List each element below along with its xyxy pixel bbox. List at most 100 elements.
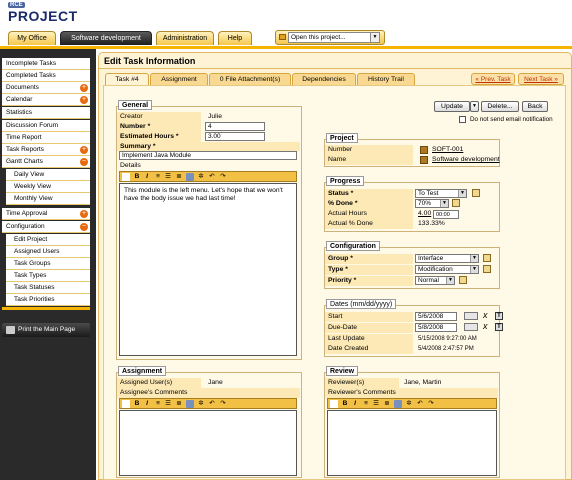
undo-icon[interactable]: ↶ bbox=[208, 173, 216, 181]
sidebar-item-daily-view[interactable]: Daily View bbox=[6, 169, 90, 181]
estimated-hours-input[interactable]: 3.00 bbox=[205, 132, 265, 141]
prev-task-link[interactable]: « Prev. Task bbox=[471, 73, 515, 85]
sidebar-item-weekly-view[interactable]: Weekly View bbox=[6, 181, 90, 193]
date-picker-icon[interactable] bbox=[464, 323, 478, 331]
link-icon[interactable] bbox=[186, 173, 194, 181]
link-icon[interactable] bbox=[186, 400, 194, 408]
bold-icon[interactable]: B bbox=[133, 173, 141, 181]
sidebar-item-statistics[interactable]: Statistics bbox=[2, 107, 90, 119]
tab-attachments[interactable]: 0 File Attachment(s) bbox=[209, 73, 291, 85]
bullet-list-icon[interactable]: ☰ bbox=[164, 173, 172, 181]
sidebar-item-time-report[interactable]: Time Report bbox=[2, 132, 90, 144]
today-icon[interactable]: T bbox=[495, 312, 503, 320]
start-input[interactable]: 5/6/2008 bbox=[415, 312, 457, 321]
assignee-comments-editor[interactable] bbox=[119, 410, 297, 476]
clear-icon[interactable]: x bbox=[483, 311, 491, 320]
clear-icon[interactable]: x bbox=[483, 322, 491, 331]
bold-icon[interactable]: B bbox=[133, 400, 141, 408]
italic-icon[interactable]: I bbox=[351, 400, 359, 408]
number-input[interactable]: 4 bbox=[205, 122, 265, 131]
calendar-icon[interactable] bbox=[452, 199, 460, 207]
source-icon[interactable] bbox=[330, 400, 338, 408]
italic-icon[interactable]: I bbox=[143, 400, 151, 408]
sidebar-item-configuration[interactable]: Configuration − bbox=[2, 221, 90, 233]
details-editor[interactable]: This module is the left menu. Let's hope… bbox=[119, 183, 297, 356]
expand-icon[interactable]: + bbox=[80, 146, 88, 154]
sidebar-item-task-reports[interactable]: Task Reports + bbox=[2, 144, 90, 156]
status-select[interactable]: To Test ▼ bbox=[415, 189, 467, 198]
link-icon[interactable] bbox=[394, 400, 402, 408]
undo-icon[interactable]: ↶ bbox=[208, 400, 216, 408]
sidebar-item-monthly-view[interactable]: Monthly View bbox=[6, 193, 90, 205]
due-date-input[interactable]: 5/8/2008 bbox=[415, 323, 457, 332]
source-icon[interactable] bbox=[122, 400, 130, 408]
project-name-link[interactable]: Software development bbox=[429, 155, 500, 165]
summary-input[interactable]: Implement Java Module bbox=[119, 151, 297, 160]
reviewer-comments-editor[interactable] bbox=[327, 410, 497, 476]
ordered-list-icon[interactable]: ≡ bbox=[154, 173, 162, 181]
calendar-icon[interactable] bbox=[472, 189, 480, 197]
group-select[interactable]: Interface ▼ bbox=[415, 254, 479, 263]
ordered-list-icon[interactable]: ≡ bbox=[362, 400, 370, 408]
no-email-checkbox[interactable] bbox=[459, 116, 466, 123]
source-icon[interactable] bbox=[122, 173, 130, 181]
sidebar-item-time-approval[interactable]: Time Approval + bbox=[2, 208, 90, 220]
collapse-icon[interactable]: − bbox=[80, 158, 88, 166]
expand-icon[interactable]: + bbox=[80, 96, 88, 104]
tab-dependencies[interactable]: Dependencies bbox=[292, 73, 356, 85]
align-icon[interactable]: ≣ bbox=[383, 400, 391, 408]
update-dropdown-button[interactable]: ▼ bbox=[470, 101, 479, 112]
bold-icon[interactable]: B bbox=[341, 400, 349, 408]
collapse-icon[interactable]: − bbox=[80, 223, 88, 231]
italic-icon[interactable]: I bbox=[143, 173, 151, 181]
tab-history-trail[interactable]: History Trail bbox=[357, 73, 415, 85]
expand-icon[interactable]: + bbox=[80, 84, 88, 92]
tab-software-development[interactable]: Software development bbox=[60, 31, 152, 45]
percent-done-select[interactable]: 70% ▼ bbox=[415, 199, 449, 208]
date-picker-icon[interactable] bbox=[464, 312, 478, 320]
today-icon[interactable]: T bbox=[495, 323, 503, 331]
tab-help[interactable]: Help bbox=[218, 31, 252, 45]
priority-select[interactable]: Normal ▼ bbox=[415, 276, 455, 285]
redo-icon[interactable]: ↷ bbox=[427, 400, 435, 408]
calendar-icon[interactable] bbox=[483, 265, 491, 273]
sidebar-item-discussion-forum[interactable]: Discussion Forum bbox=[2, 120, 90, 132]
back-button[interactable]: Back bbox=[522, 101, 548, 112]
spellcheck-icon[interactable]: ✲ bbox=[197, 173, 205, 181]
delete-button[interactable]: Delete... bbox=[481, 101, 519, 112]
project-number-link[interactable]: SOFT-001 bbox=[429, 145, 463, 155]
spellcheck-icon[interactable]: ✲ bbox=[197, 400, 205, 408]
tab-task[interactable]: Task #4 bbox=[105, 73, 149, 85]
update-button[interactable]: Update bbox=[434, 101, 470, 112]
sidebar-item-task-statuses[interactable]: Task Statuses bbox=[6, 282, 90, 294]
sidebar-item-edit-project[interactable]: Edit Project bbox=[6, 234, 90, 246]
expand-icon[interactable]: + bbox=[80, 210, 88, 218]
calendar-icon[interactable] bbox=[459, 276, 467, 284]
bullet-list-icon[interactable]: ☰ bbox=[372, 400, 380, 408]
sidebar-item-completed-tasks[interactable]: Completed Tasks bbox=[2, 70, 90, 82]
sidebar-item-incomplete-tasks[interactable]: Incomplete Tasks bbox=[2, 58, 90, 70]
actual-hours-link[interactable]: 4.00 bbox=[415, 209, 431, 219]
next-task-link[interactable]: Next Task » bbox=[518, 73, 564, 85]
sidebar-item-task-priorities[interactable]: Task Priorities bbox=[6, 294, 90, 306]
sidebar-item-assigned-users[interactable]: Assigned Users bbox=[6, 246, 90, 258]
project-select[interactable]: Open this project... ▼ bbox=[288, 32, 380, 43]
spellcheck-icon[interactable]: ✲ bbox=[405, 400, 413, 408]
undo-icon[interactable]: ↶ bbox=[416, 400, 424, 408]
sidebar-item-calendar[interactable]: Calendar + bbox=[2, 94, 90, 106]
tab-my-office[interactable]: My Office bbox=[8, 31, 56, 45]
sidebar-item-gantt-charts[interactable]: Gantt Charts − bbox=[2, 156, 90, 168]
align-icon[interactable]: ≣ bbox=[175, 400, 183, 408]
ordered-list-icon[interactable]: ≡ bbox=[154, 400, 162, 408]
bullet-list-icon[interactable]: ☰ bbox=[164, 400, 172, 408]
redo-icon[interactable]: ↷ bbox=[219, 400, 227, 408]
type-select[interactable]: Modification ▼ bbox=[415, 265, 479, 274]
sidebar-item-task-types[interactable]: Task Types bbox=[6, 270, 90, 282]
timer-field[interactable]: 00:00 bbox=[433, 210, 459, 219]
sidebar-item-task-groups[interactable]: Task Groups bbox=[6, 258, 90, 270]
redo-icon[interactable]: ↷ bbox=[219, 173, 227, 181]
tab-assignment[interactable]: Assignment bbox=[150, 73, 208, 85]
align-icon[interactable]: ≣ bbox=[175, 173, 183, 181]
calendar-icon[interactable] bbox=[483, 254, 491, 262]
tab-administration[interactable]: Administration bbox=[156, 31, 214, 45]
